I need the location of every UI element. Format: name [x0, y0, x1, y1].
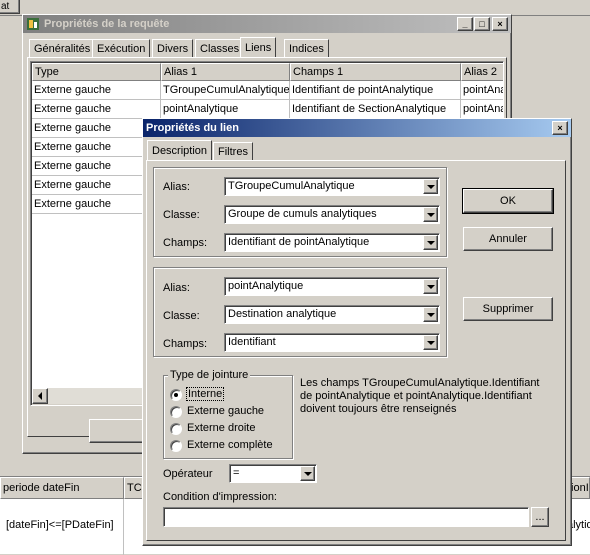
- alias2-label: Alias:: [163, 282, 190, 294]
- minimize-icon[interactable]: _: [457, 17, 473, 31]
- tab-indices[interactable]: Indices: [284, 39, 329, 57]
- query-window-titlebar[interactable]: Propriétés de la requête: [23, 15, 511, 33]
- alias1-label: Alias:: [163, 181, 190, 193]
- table-row-1-type[interactable]: Externe gauche: [32, 81, 161, 100]
- champs1-label: Champs:: [163, 237, 208, 249]
- chevron-down-icon[interactable]: [423, 279, 438, 294]
- link-dialog-title: Propriétés du lien: [146, 122, 239, 134]
- join-externe-droite-radio[interactable]: [170, 423, 182, 435]
- alias2-select[interactable]: pointAnalytique: [224, 277, 440, 296]
- table-row-1-alias2[interactable]: pointAna: [461, 81, 503, 100]
- tab-filtres[interactable]: Filtres: [213, 142, 253, 160]
- tab-execution[interactable]: Exécution: [92, 39, 151, 57]
- chevron-down-icon[interactable]: [300, 466, 315, 481]
- chevron-down-icon[interactable]: [423, 207, 438, 222]
- champs2-select[interactable]: Identifiant: [224, 333, 440, 352]
- condition-input[interactable]: [163, 507, 529, 527]
- tab-divers[interactable]: Divers: [152, 39, 194, 57]
- column-header-alias2[interactable]: Alias 2: [461, 63, 503, 81]
- champs1-select[interactable]: Identifiant de pointAnalytique: [224, 233, 440, 252]
- alias1-select[interactable]: TGroupeCumulAnalytique: [224, 177, 440, 196]
- column-header-type[interactable]: Type: [32, 63, 161, 81]
- join-interne-label[interactable]: Interne: [185, 387, 225, 401]
- join-externe-complete-label[interactable]: Externe complète: [187, 439, 273, 451]
- link-properties-dialog: Propriétés du lien × Description Filtres…: [142, 118, 572, 546]
- operator-label: Opérateur: [163, 468, 213, 480]
- join-externe-complete-radio[interactable]: [170, 440, 182, 452]
- chevron-down-icon[interactable]: [423, 235, 438, 250]
- chevron-down-icon[interactable]: [423, 335, 438, 350]
- link-dialog-titlebar[interactable]: Propriétés du lien: [143, 119, 571, 137]
- query-window-title: Propriétés de la requête: [44, 18, 170, 30]
- table-row-1-champs1[interactable]: Identifiant de pointAnalytique: [290, 81, 461, 100]
- chevron-down-icon[interactable]: [423, 307, 438, 322]
- tab-liens[interactable]: Liens: [240, 37, 277, 57]
- operator-select[interactable]: =: [229, 464, 317, 483]
- join-externe-droite-label[interactable]: Externe droite: [187, 422, 255, 434]
- join-info-text: Les champs TGroupeCumulAnalytique.Identi…: [300, 377, 540, 415]
- classe2-label: Classe:: [163, 310, 200, 322]
- chevron-down-icon[interactable]: [423, 179, 438, 194]
- browse-button[interactable]: ...: [531, 507, 549, 527]
- classe2-select[interactable]: Destination analytique: [224, 305, 440, 324]
- join-type-legend: Type de jointure: [168, 369, 251, 381]
- tab-classes[interactable]: Classes: [195, 39, 245, 57]
- bg-cell-condition[interactable]: [dateFin]<=[PDateFin]: [0, 499, 124, 555]
- table-row-2-alias2[interactable]: pointAna: [461, 100, 503, 119]
- table-row-2-champs1[interactable]: Identifiant de SectionAnalytique: [290, 100, 461, 119]
- tab-description[interactable]: Description: [147, 140, 213, 160]
- join-interne-radio[interactable]: [170, 389, 182, 401]
- join-externe-gauche-label[interactable]: Externe gauche: [187, 405, 264, 417]
- dialog-close-icon[interactable]: ×: [552, 121, 568, 135]
- bg-column-header-periode[interactable]: periode dateFin: [0, 477, 124, 499]
- classe1-select[interactable]: Groupe de cumuls analytiques: [224, 205, 440, 224]
- cancel-button[interactable]: Annuler: [463, 227, 553, 251]
- horizontal-scrollbar[interactable]: [32, 388, 150, 404]
- column-header-alias1[interactable]: Alias 1: [161, 63, 290, 81]
- app-icon: [26, 17, 40, 31]
- ok-button[interactable]: OK: [462, 188, 554, 214]
- tab-generalites[interactable]: Généralités: [29, 39, 96, 57]
- table-row-1-alias1[interactable]: TGroupeCumulAnalytique: [161, 81, 290, 100]
- join-externe-gauche-radio[interactable]: [170, 406, 182, 418]
- column-header-champs1[interactable]: Champs 1: [290, 63, 461, 81]
- classe1-label: Classe:: [163, 209, 200, 221]
- condition-label: Condition d'impression:: [163, 491, 277, 503]
- maximize-icon[interactable]: □: [474, 17, 490, 31]
- delete-button[interactable]: Supprimer: [463, 297, 553, 321]
- hidden-button[interactable]: [89, 419, 149, 443]
- table-row-2-alias1[interactable]: pointAnalytique: [161, 100, 290, 119]
- background-tab[interactable]: at: [0, 0, 20, 14]
- table-row-2-type[interactable]: Externe gauche: [32, 100, 161, 119]
- scroll-left-icon[interactable]: [32, 388, 48, 404]
- champs2-label: Champs:: [163, 338, 208, 350]
- close-icon[interactable]: ×: [492, 17, 508, 31]
